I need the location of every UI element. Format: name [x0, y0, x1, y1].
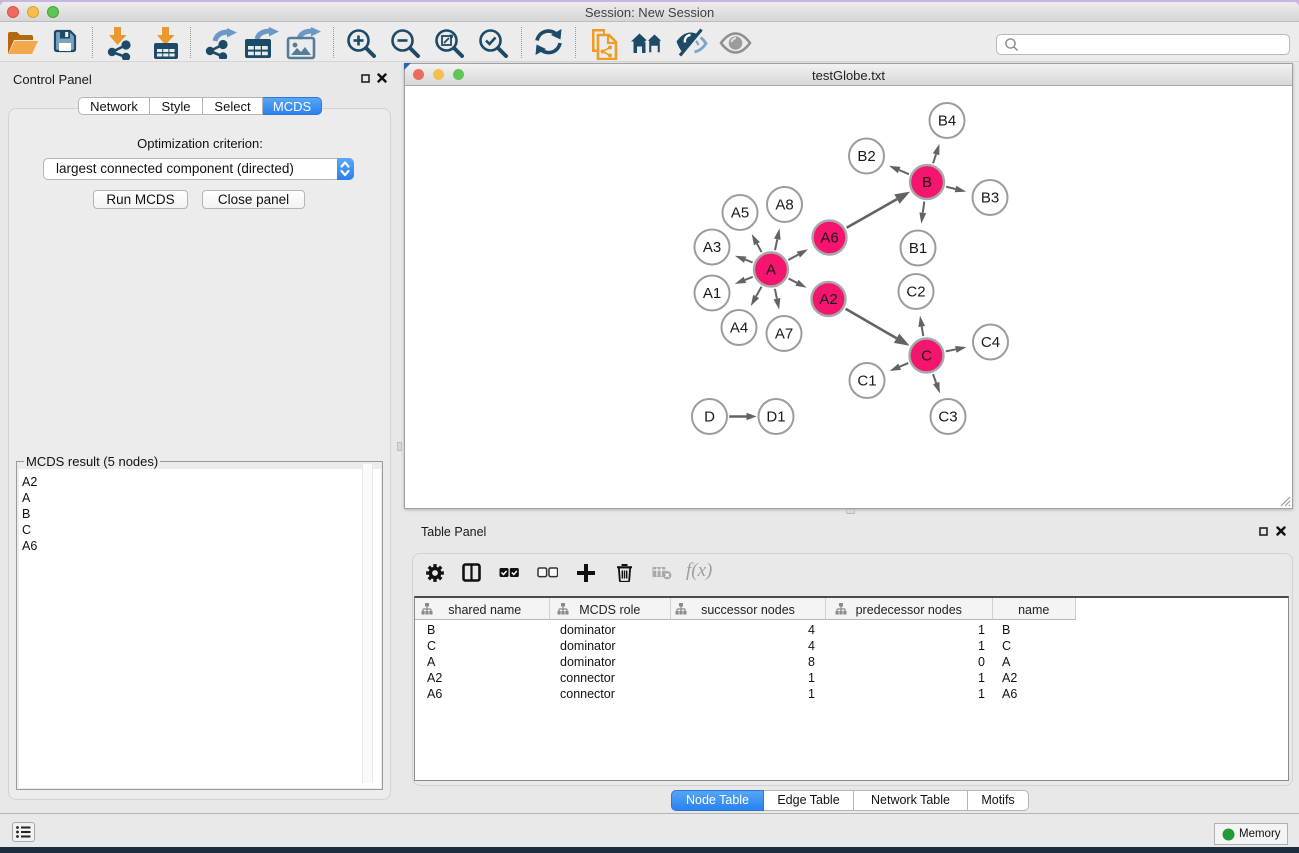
- svg-text:A7: A7: [775, 326, 793, 343]
- svg-text:A6: A6: [820, 230, 838, 247]
- svg-text:A2: A2: [819, 291, 837, 308]
- svg-text:D1: D1: [766, 409, 785, 426]
- svg-text:D: D: [704, 409, 715, 426]
- svg-text:B2: B2: [857, 148, 875, 165]
- svg-text:C1: C1: [857, 373, 876, 390]
- svg-text:A: A: [766, 262, 776, 279]
- svg-text:C4: C4: [981, 334, 1000, 351]
- svg-text:C3: C3: [938, 409, 957, 426]
- svg-text:C: C: [921, 348, 932, 365]
- svg-text:B4: B4: [938, 113, 956, 130]
- svg-text:C2: C2: [906, 284, 925, 301]
- svg-text:A1: A1: [703, 285, 721, 302]
- svg-text:B3: B3: [981, 190, 999, 207]
- svg-text:A5: A5: [731, 205, 749, 222]
- svg-text:A8: A8: [775, 197, 793, 214]
- svg-text:B: B: [922, 174, 932, 191]
- svg-text:B1: B1: [909, 240, 927, 257]
- svg-text:A4: A4: [730, 320, 748, 337]
- svg-text:A3: A3: [703, 239, 721, 256]
